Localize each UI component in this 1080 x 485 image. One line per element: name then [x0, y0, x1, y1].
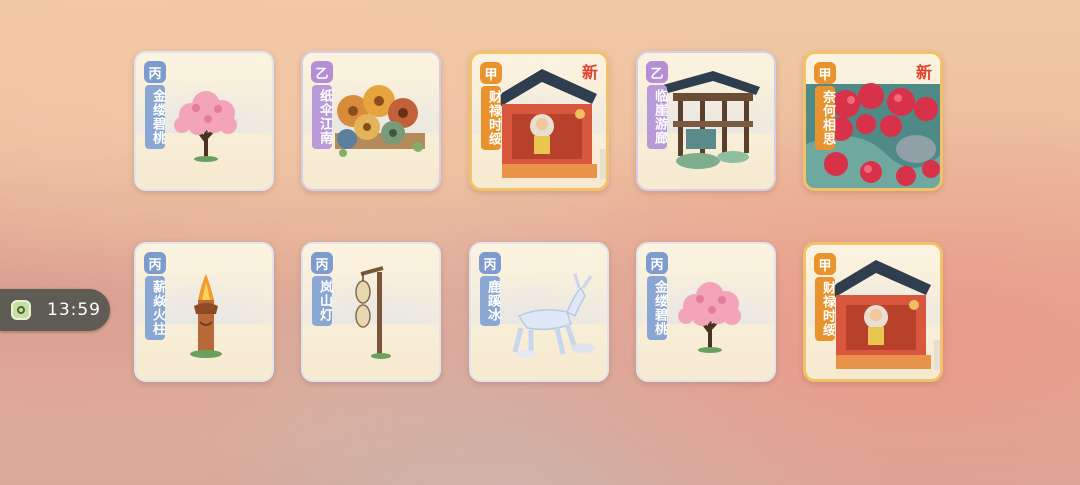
item-card-red-flowers[interactable]: 甲 奈何相思 新: [803, 51, 943, 191]
session-timer: 13:59: [0, 289, 110, 331]
item-name: 财禄时绥: [815, 277, 835, 341]
grade-badge: 乙: [646, 61, 668, 83]
item-card-ice-deer[interactable]: 丙 鹿蹊冰: [469, 242, 609, 382]
item-name: 奈何相思: [815, 86, 835, 150]
item-grid: 丙 金缕碧桃 乙 纸伞江南 甲 财禄时绥 新 乙 临崖游廊 甲 奈何相思 新 丙…: [0, 0, 1080, 485]
item-name: 临崖游廊: [647, 85, 667, 149]
item-card-cliff-pavilion[interactable]: 乙 临崖游廊: [636, 51, 776, 191]
item-card-fortune-shop[interactable]: 甲 财禄时绥 新: [469, 51, 609, 191]
item-name: 财禄时绥: [481, 86, 501, 150]
item-card-umbrellas[interactable]: 乙 纸伞江南: [301, 51, 441, 191]
item-card-lantern-post[interactable]: 丙 岚山灯: [301, 242, 441, 382]
item-name: 薪焱火柱: [145, 276, 165, 340]
grade-badge: 丙: [311, 252, 333, 274]
grade-badge: 丙: [144, 61, 166, 83]
item-card-peach-tree[interactable]: 丙 金缕碧桃: [636, 242, 776, 382]
new-tag: 新: [581, 63, 598, 82]
grade-badge: 甲: [814, 253, 836, 275]
grade-badge: 丙: [144, 252, 166, 274]
grade-badge: 丙: [479, 252, 501, 274]
grade-badge: 甲: [480, 62, 502, 84]
grade-badge: 甲: [814, 62, 836, 84]
item-name: 鹿蹊冰: [480, 276, 500, 326]
frog-clock-icon: [11, 300, 31, 320]
grade-badge: 乙: [311, 61, 333, 83]
item-name: 金缕碧桃: [145, 85, 165, 149]
item-name: 岚山灯: [312, 276, 332, 326]
item-card-peach-tree[interactable]: 丙 金缕碧桃: [134, 51, 274, 191]
item-name: 纸伞江南: [312, 85, 332, 149]
item-card-fire-pillar[interactable]: 丙 薪焱火柱: [134, 242, 274, 382]
timer-text: 13:59: [47, 300, 101, 320]
grade-badge: 丙: [646, 252, 668, 274]
new-tag: 新: [915, 63, 932, 82]
item-card-fortune-shop[interactable]: 甲 财禄时绥: [803, 242, 943, 382]
item-name: 金缕碧桃: [647, 276, 667, 340]
